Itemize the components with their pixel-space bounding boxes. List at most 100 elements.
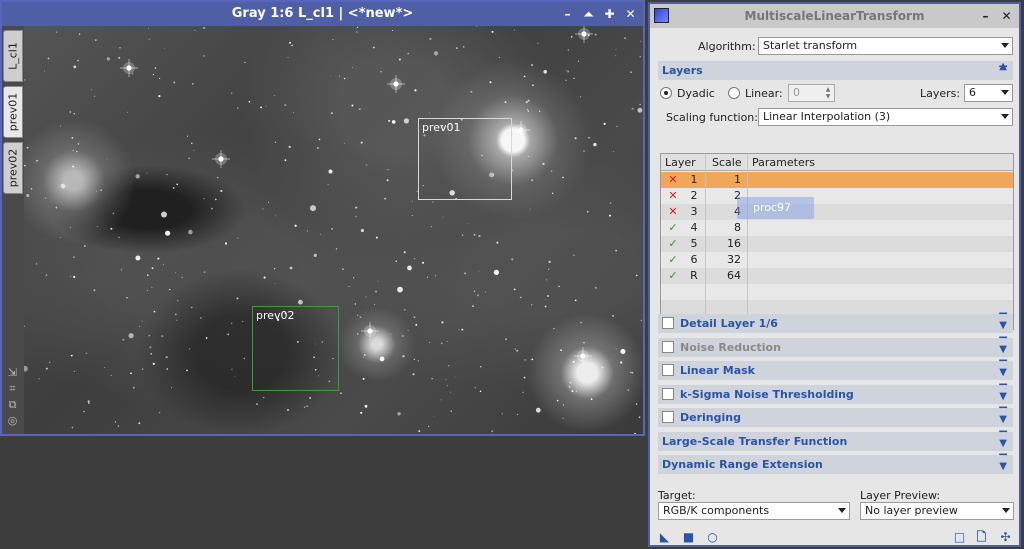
column-header-scale[interactable]: Scale bbox=[712, 154, 742, 171]
spin-down-icon[interactable]: ▼ bbox=[823, 93, 833, 100]
layer-preview-select[interactable]: No layer preview bbox=[860, 502, 1014, 520]
column-header-parameters[interactable]: Parameters bbox=[752, 154, 815, 171]
section-label: Detail Layer 1/6 bbox=[680, 317, 778, 330]
chevron-down-icon bbox=[838, 508, 846, 513]
section-header[interactable]: Detail Layer 1/6 ▔ ▼ bbox=[658, 314, 1013, 333]
column-divider bbox=[705, 154, 706, 329]
documentation-icon[interactable]: 🗋 bbox=[975, 531, 988, 544]
scaling-function-value: Linear Interpolation (3) bbox=[763, 110, 891, 123]
process-titlebar[interactable]: MultiscaleLinearTransform – ✕ bbox=[650, 4, 1019, 28]
expand-icon[interactable]: ▔ ▼ bbox=[999, 338, 1007, 354]
table-row[interactable]: ✓ 5 16 bbox=[661, 236, 1013, 252]
section-header[interactable]: Noise Reduction ▔ ▼ bbox=[658, 337, 1013, 357]
apply-global-icon[interactable]: ○ bbox=[706, 531, 719, 544]
section-header[interactable]: Linear Mask ▔ ▼ bbox=[658, 361, 1013, 380]
target-select[interactable]: RGB/K components bbox=[658, 502, 850, 520]
disabled-x-icon[interactable]: ✕ bbox=[667, 188, 679, 204]
target-icon[interactable]: ◎ bbox=[6, 414, 19, 427]
expand-icon[interactable]: ▔ ▼ bbox=[999, 432, 1007, 448]
minimize-icon[interactable]: – bbox=[561, 7, 574, 21]
image-window: Gray 1:6 L_cl1 | <*new*> – ⏶ ✚ ✕ L_cl1 p… bbox=[0, 0, 645, 436]
table-row[interactable]: ✓ R 64 bbox=[661, 268, 1013, 284]
section-enable-checkbox[interactable] bbox=[662, 387, 674, 400]
view-tab-strip: L_cl1 prev01 prev02 ⇲ ⌗ ⧉ ◎ bbox=[2, 26, 24, 434]
chevron-down-icon bbox=[1001, 90, 1009, 95]
dyadic-radio[interactable] bbox=[660, 87, 672, 99]
preview-label-prev01: prev01 bbox=[422, 121, 461, 134]
layer-number: 5 bbox=[690, 237, 698, 250]
section-header[interactable]: Dynamic Range Extension ▔ ▼ bbox=[658, 455, 1013, 474]
reset-icon[interactable]: ✣ bbox=[999, 531, 1012, 544]
expand-icon[interactable]: ▔ ▼ bbox=[999, 385, 1007, 401]
section-enable-checkbox[interactable] bbox=[662, 340, 674, 353]
section-label: Linear Mask bbox=[680, 364, 755, 377]
fit-icon[interactable]: ⌗ bbox=[6, 382, 19, 395]
expand-icon[interactable]: ▔ ▼ bbox=[999, 409, 1007, 425]
image-window-title: Gray 1:6 L_cl1 | <*new*> bbox=[231, 6, 414, 21]
layers-section-header[interactable]: Layers ▲ ▔ bbox=[658, 61, 1013, 80]
layers-count-select[interactable]: 6 bbox=[964, 84, 1013, 102]
section-enable-checkbox[interactable] bbox=[662, 364, 674, 376]
tab-prev01[interactable]: prev01 bbox=[3, 86, 23, 138]
section-enable-checkbox[interactable] bbox=[662, 317, 674, 329]
tab-main-view[interactable]: L_cl1 bbox=[3, 30, 23, 82]
disabled-x-icon[interactable]: ✕ bbox=[667, 172, 679, 188]
image-window-titlebar[interactable]: Gray 1:6 L_cl1 | <*new*> – ⏶ ✚ ✕ bbox=[2, 2, 643, 26]
table-row[interactable]: ✓ 6 32 bbox=[661, 252, 1013, 268]
process-body: Algorithm: Starlet transform Layers ▲ ▔ D… bbox=[650, 28, 1019, 545]
zoom-arrow-icon[interactable]: ⇲ bbox=[6, 366, 19, 379]
layers-count-label: Layers: bbox=[920, 87, 961, 100]
scaling-function-label: Scaling function: bbox=[666, 111, 758, 124]
new-instance-icon[interactable]: ◣ bbox=[658, 531, 671, 544]
chevron-down-icon bbox=[1002, 508, 1010, 513]
preview-box-prev01[interactable]: prev01 bbox=[418, 118, 512, 200]
maximize-icon[interactable]: ✚ bbox=[603, 7, 616, 21]
scaling-function-select[interactable]: Linear Interpolation (3) bbox=[758, 108, 1013, 126]
section-header[interactable]: k-Sigma Noise Thresholding ▔ ▼ bbox=[658, 384, 1013, 404]
algorithm-value: Starlet transform bbox=[763, 39, 858, 52]
section-label: Deringing bbox=[680, 411, 741, 424]
layers-count-value: 6 bbox=[969, 86, 976, 99]
table-row[interactable]: ✕ 1 1 bbox=[661, 172, 1013, 188]
section-enable-checkbox[interactable] bbox=[662, 411, 674, 423]
column-header-layer[interactable]: Layer bbox=[665, 154, 696, 171]
table-row[interactable]: ✕ 2 2 bbox=[661, 188, 1013, 204]
layers-table[interactable]: Layer Scale Parameters ✕ 1 1 ✕ 2 2 ✕ 3 4 ✓ 4 8 ✓ 5 16 ✓… bbox=[660, 153, 1014, 330]
real-time-preview-icon[interactable]: □ bbox=[953, 531, 966, 544]
enabled-check-icon[interactable]: ✓ bbox=[667, 220, 679, 236]
algorithm-select[interactable]: Starlet transform bbox=[758, 37, 1013, 55]
layers-section-label: Layers bbox=[662, 64, 703, 77]
layer-scale: 64 bbox=[727, 269, 741, 282]
expand-icon[interactable]: ▔ ▼ bbox=[999, 315, 1007, 331]
tab-prev02[interactable]: prev02 bbox=[3, 142, 23, 194]
enabled-check-icon[interactable]: ✓ bbox=[667, 236, 679, 252]
drag-ghost-proc97: proc97 bbox=[737, 197, 814, 219]
section-label: Dynamic Range Extension bbox=[662, 458, 823, 471]
shade-icon[interactable]: ⏶ bbox=[582, 7, 595, 21]
collapse-icon[interactable]: ▲ ▔ bbox=[999, 62, 1007, 78]
layer-number: 4 bbox=[690, 221, 698, 234]
linear-spinbox[interactable]: 0 ▲ ▼ bbox=[788, 84, 835, 102]
table-row[interactable]: ✓ 4 8 bbox=[661, 220, 1013, 236]
close-icon[interactable]: ✕ bbox=[624, 7, 637, 21]
spin-up-icon[interactable]: ▲ bbox=[823, 86, 833, 93]
copy-icon[interactable]: ⧉ bbox=[6, 398, 19, 411]
section-label: Noise Reduction bbox=[680, 340, 781, 354]
close-icon[interactable]: ✕ bbox=[1000, 9, 1013, 23]
layer-scale: 1 bbox=[734, 173, 741, 186]
linear-radio[interactable] bbox=[728, 87, 740, 99]
disabled-x-icon[interactable]: ✕ bbox=[667, 204, 679, 220]
table-row[interactable]: ✕ 3 4 bbox=[661, 204, 1013, 220]
enabled-check-icon[interactable]: ✓ bbox=[667, 252, 679, 268]
layer-preview-value: No layer preview bbox=[865, 504, 958, 517]
minimize-icon[interactable]: – bbox=[979, 9, 992, 23]
section-header[interactable]: Deringing ▔ ▼ bbox=[658, 408, 1013, 427]
preview-box-prev02[interactable]: prev02 bbox=[252, 306, 339, 391]
section-header[interactable]: Large-Scale Transfer Function ▔ ▼ bbox=[658, 431, 1013, 451]
image-canvas[interactable]: prev01 prev02 bbox=[24, 26, 643, 434]
chevron-down-icon bbox=[1001, 114, 1009, 119]
apply-icon[interactable]: ■ bbox=[682, 531, 695, 544]
enabled-check-icon[interactable]: ✓ bbox=[667, 268, 679, 284]
expand-icon[interactable]: ▔ ▼ bbox=[999, 456, 1007, 472]
expand-icon[interactable]: ▔ ▼ bbox=[999, 362, 1007, 378]
